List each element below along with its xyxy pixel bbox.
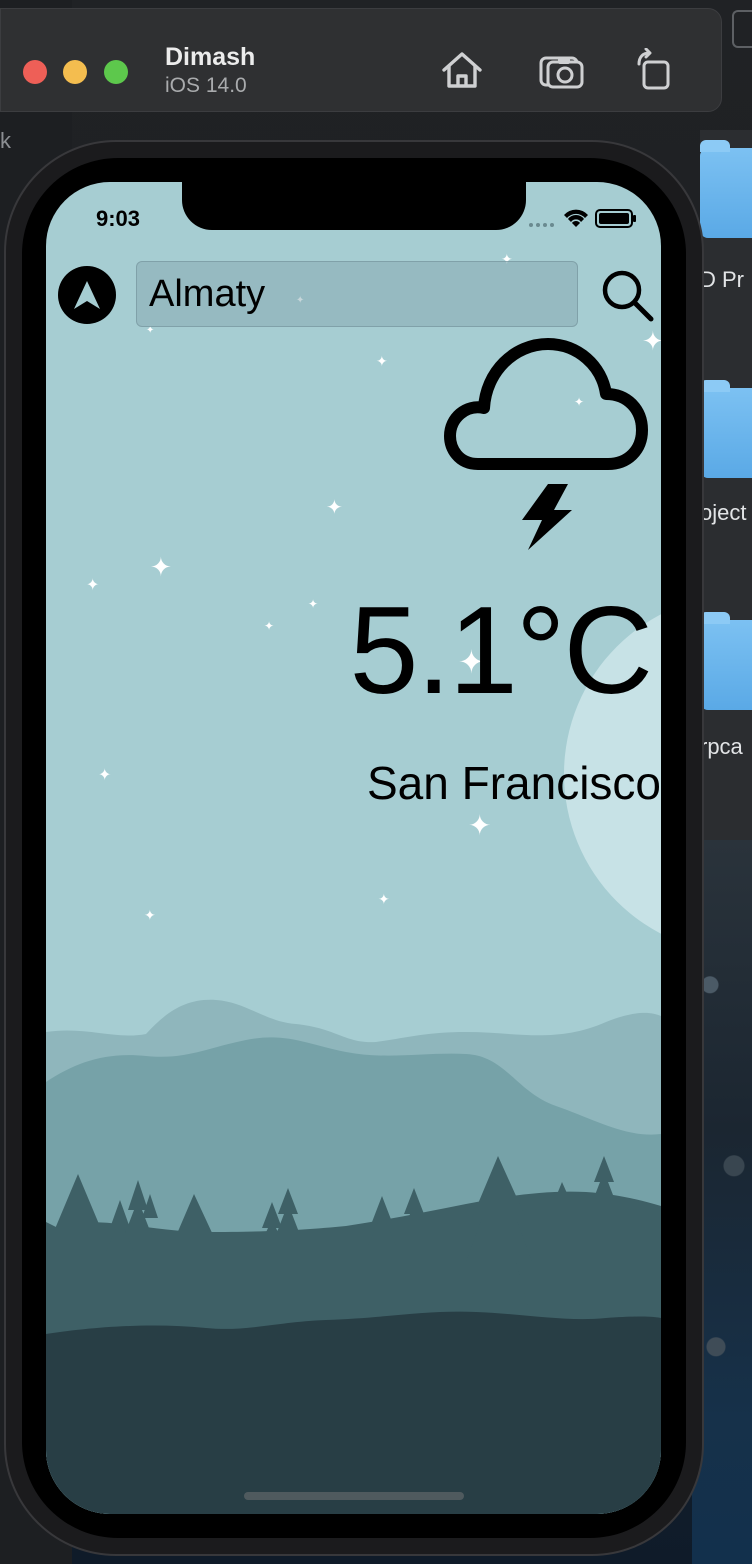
star-icon: ✦ (308, 597, 319, 611)
star-icon: ✦ (98, 767, 112, 784)
screenshot-button[interactable] (537, 47, 587, 93)
city-name: San Francisco (366, 757, 661, 809)
folder-icon[interactable] (700, 612, 752, 710)
home-icon (442, 52, 482, 88)
star-icon: ✦ (146, 325, 155, 336)
current-location-button[interactable] (58, 266, 116, 324)
folder-icon[interactable] (700, 140, 752, 238)
star-icon: ✦ (264, 619, 275, 633)
home-indicator[interactable] (244, 1492, 464, 1500)
temperature-display: 5.1°C (349, 582, 653, 720)
device-notch (182, 182, 526, 230)
rotate-button[interactable] (629, 47, 679, 93)
screenshot-icon (539, 56, 584, 89)
close-window-button[interactable] (23, 60, 47, 84)
star-icon: ✦ (376, 353, 388, 369)
cellular-signal-icon (529, 223, 554, 227)
mountain-landscape (46, 999, 661, 1514)
finder-window: D Pr oject rpca (700, 130, 752, 845)
app-screen: ✦ ✦ ✦ ✦ ✦ ✦ ✦ ✦ ✦ ✦ ✦ ✦ ✦ ✦ ✦ ✦ 9:03 Alm… (46, 182, 661, 1514)
wifi-icon (564, 209, 588, 227)
star-icon: ✦ (326, 497, 343, 519)
home-button[interactable] (437, 47, 487, 93)
simulator-title-bar: Dimash iOS 14.0 (0, 8, 722, 112)
star-icon: ✦ (378, 891, 390, 907)
battery-icon (595, 209, 636, 228)
status-time: 9:03 (96, 206, 141, 231)
rotate-icon (637, 48, 670, 90)
star-icon: ✦ (144, 907, 156, 923)
location-arrow-icon (74, 281, 100, 309)
device-name: Dimash (165, 43, 256, 71)
star-icon: ✦ (468, 810, 492, 841)
cloud-bolt-icon (444, 338, 648, 550)
star-icon: ✦ (150, 552, 172, 582)
device-os-version: iOS 14.0 (165, 74, 247, 97)
background-window-text: k (0, 128, 11, 153)
finder-item-label[interactable]: rpca (700, 734, 743, 760)
window-corner-icon (732, 10, 752, 48)
status-indicators (528, 206, 638, 230)
finder-item-label[interactable]: D Pr (700, 267, 744, 293)
star-icon: ✦ (86, 577, 100, 594)
search-icon[interactable] (598, 266, 656, 324)
minimize-window-button[interactable] (63, 60, 87, 84)
folder-icon[interactable] (700, 380, 752, 478)
finder-item-label[interactable]: oject (700, 500, 746, 526)
search-input[interactable] (136, 261, 578, 327)
zoom-window-button[interactable] (104, 60, 128, 84)
